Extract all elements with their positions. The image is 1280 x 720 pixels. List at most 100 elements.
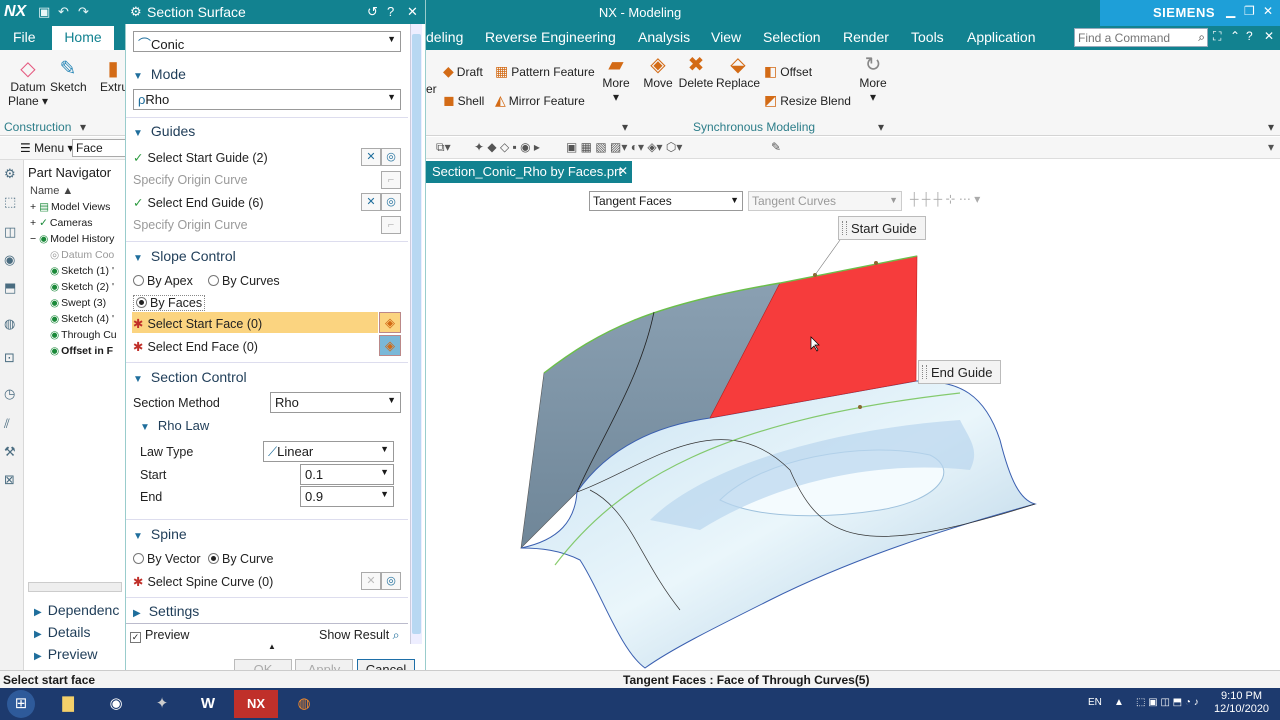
tab-reverse-engineering[interactable]: Reverse Engineering — [485, 29, 616, 45]
draft-button[interactable]: ◆ Draft — [443, 63, 483, 80]
type-select[interactable]: ⌒Conic ▼ — [133, 31, 401, 52]
by-apex-radio[interactable]: By Apex — [133, 274, 193, 288]
close-part-icon[interactable]: ✕ — [1264, 29, 1274, 43]
mirror-feature-button[interactable]: ◭ Mirror Feature — [495, 92, 585, 109]
web-browser-icon[interactable]: ◍ — [4, 316, 15, 332]
assembly-navigator-icon[interactable]: ⬚ — [4, 194, 16, 210]
construction-group-label[interactable]: Construction — [4, 120, 71, 134]
fullscreen-icon[interactable]: ⛶ — [1213, 29, 1221, 44]
analysis-icon[interactable]: ⫽ — [4, 416, 10, 432]
close-icon[interactable]: ✕ — [1263, 4, 1273, 18]
snap-icons[interactable]: ✦ ◆ ◇ ▪ ◉ ▸ — [474, 140, 540, 154]
more-button-1[interactable]: ▰ More ▾ — [598, 54, 634, 104]
selection-filter[interactable]: Face — [72, 139, 126, 157]
mode-select[interactable]: ρRho ▼ — [133, 89, 401, 110]
constraint-navigator-icon[interactable]: ◫ — [4, 224, 16, 240]
details-panel[interactable]: ▶ Details — [34, 624, 91, 640]
tab-file[interactable]: File — [13, 29, 36, 45]
horizontal-scrollbar[interactable] — [28, 582, 122, 592]
system-clock[interactable]: 9:10 PM 12/10/2020 — [1214, 690, 1269, 716]
replace-face-button[interactable]: ⬙ Replace — [716, 54, 760, 90]
tree-item-model-views[interactable]: + ▤ Model Views — [30, 201, 128, 213]
sketch-button[interactable]: ✎ Sketch — [50, 58, 87, 94]
tab-home[interactable]: Home — [52, 26, 114, 50]
curve-rule-icon[interactable]: ◎ — [381, 148, 401, 166]
shell-button[interactable]: ◼ Shell — [443, 92, 484, 109]
tree-item-model-history[interactable]: − ◉ Model History — [30, 233, 128, 245]
restore-icon[interactable]: ❐ — [1244, 4, 1255, 18]
command-finder[interactable]: ⌕ — [1074, 28, 1208, 47]
history-icon[interactable]: ⊡ — [4, 350, 15, 366]
search-icon[interactable]: ⌕ — [1198, 30, 1205, 45]
sync-group-dropdown-icon[interactable]: ▾ — [878, 120, 884, 134]
extrude-button[interactable]: ▮ Extru — [100, 58, 126, 94]
tray-icons[interactable]: ⬚ ▣ ◫ ⬒ ◔ ♪ — [1136, 697, 1199, 708]
select-end-face-row[interactable]: ✱ Select End Face (0) — [133, 339, 258, 354]
navigator-settings-icon[interactable]: ⚙ — [4, 166, 16, 182]
mode-section-header[interactable]: ▼ Mode — [133, 66, 186, 82]
show-result-button[interactable]: Show Result ⌕ — [319, 628, 400, 643]
deselect-icon[interactable]: ✕ — [361, 193, 381, 211]
curve-rule-icon[interactable]: ◎ — [381, 193, 401, 211]
roles-icon[interactable]: ⚒ — [4, 444, 16, 460]
end-value-input[interactable]: 0.9 ▼ — [300, 486, 394, 507]
offset-button[interactable]: ◧ Offset — [764, 63, 812, 80]
select-start-guide-row[interactable]: ✓ Select Start Guide (2) — [133, 150, 268, 165]
part-navigator-icon[interactable]: ◉ — [4, 252, 15, 268]
deselect-icon[interactable]: ✕ — [361, 572, 381, 590]
guides-section-header[interactable]: ▼ Guides — [133, 123, 195, 139]
ribbon-overflow-icon[interactable]: ▾ — [1268, 120, 1274, 134]
collapse-arrow-icon[interactable]: ▲ — [268, 642, 276, 651]
by-vector-radio[interactable]: By Vector — [133, 552, 201, 566]
word-icon[interactable]: W — [186, 690, 230, 718]
select-end-guide-row[interactable]: ✓ Select End Guide (6) — [133, 195, 264, 210]
more-button-2[interactable]: ↻ More ▾ — [855, 54, 891, 104]
chrome-icon[interactable]: ◉ — [94, 690, 138, 718]
face-select-icon[interactable]: ◈ — [379, 335, 401, 356]
language-indicator[interactable]: EN — [1088, 697, 1102, 708]
dependencies-panel[interactable]: ▶ Dependenc — [34, 602, 119, 618]
section-control-header[interactable]: ▼ Section Control — [133, 369, 247, 385]
settings-header[interactable]: ▶ Settings — [133, 603, 199, 619]
preview-checkbox[interactable]: ✓ Preview — [130, 628, 189, 643]
by-curve-radio[interactable]: By Curve — [208, 552, 273, 566]
slope-control-header[interactable]: ▼ Slope Control — [133, 248, 236, 264]
datum-plane-button[interactable]: ◇ Datum Plane ▾ — [6, 58, 50, 108]
feature-group-dropdown-icon[interactable]: ▾ — [622, 120, 628, 134]
curve-rule-icon[interactable]: ◎ — [381, 572, 401, 590]
menu-button[interactable]: ☰ Menu ▾ — [20, 141, 73, 155]
origin-curve-icon[interactable]: ⌐ — [381, 216, 401, 234]
reset-icon[interactable]: ↺ — [367, 4, 378, 20]
help-icon[interactable]: ? — [1246, 29, 1253, 43]
minimize-icon[interactable]: ▁ — [1226, 4, 1235, 18]
tab-selection[interactable]: Selection — [763, 29, 821, 45]
view-tool-icons[interactable]: ▣ ▦ ▧ ▨▾ ◐▾ ◈▾ ⬡▾ — [566, 140, 682, 154]
file-explorer-icon[interactable]: ▇ — [46, 690, 90, 718]
nx-taskbar-icon[interactable]: NX — [234, 690, 278, 718]
law-type-select[interactable]: ⟋Linear ▼ — [263, 441, 394, 462]
rho-law-header[interactable]: ▼ Rho Law — [140, 418, 209, 433]
3d-model-view[interactable] — [426, 183, 1280, 670]
tab-modeling[interactable]: deling — [426, 29, 463, 45]
deselect-icon[interactable]: ✕ — [361, 148, 381, 166]
tab-tools[interactable]: Tools — [911, 29, 944, 45]
command-finder-input[interactable] — [1075, 29, 1185, 46]
clock-icon[interactable]: ◷ — [4, 386, 15, 402]
dialog-help-icon[interactable]: ? — [387, 4, 394, 19]
dialog-settings-icon[interactable]: ⚙ — [130, 4, 142, 20]
spine-header[interactable]: ▼ Spine — [133, 526, 187, 542]
section-method-select[interactable]: Rho ▼ — [270, 392, 401, 413]
tray-expand-icon[interactable]: ▲ — [1114, 697, 1124, 708]
toolbar-overflow-icon[interactable]: ▾ — [1268, 140, 1274, 154]
tab-render[interactable]: Render — [843, 29, 889, 45]
tab-analysis[interactable]: Analysis — [638, 29, 690, 45]
design-app-icon[interactable]: ✦ — [140, 690, 184, 718]
origin-curve-icon[interactable]: ⌐ — [381, 171, 401, 189]
tab-close-icon[interactable]: ✕ — [618, 164, 628, 178]
move-face-button[interactable]: ◈ Move — [640, 54, 676, 90]
windows-start-icon[interactable]: ⊞ — [7, 690, 35, 718]
face-select-icon[interactable]: ◈ — [379, 312, 401, 333]
preview-panel[interactable]: ▶ Preview — [34, 646, 98, 662]
select-spine-curve-row[interactable]: ✱ Select Spine Curve (0) — [133, 574, 273, 589]
scrollbar-thumb[interactable] — [412, 34, 421, 634]
